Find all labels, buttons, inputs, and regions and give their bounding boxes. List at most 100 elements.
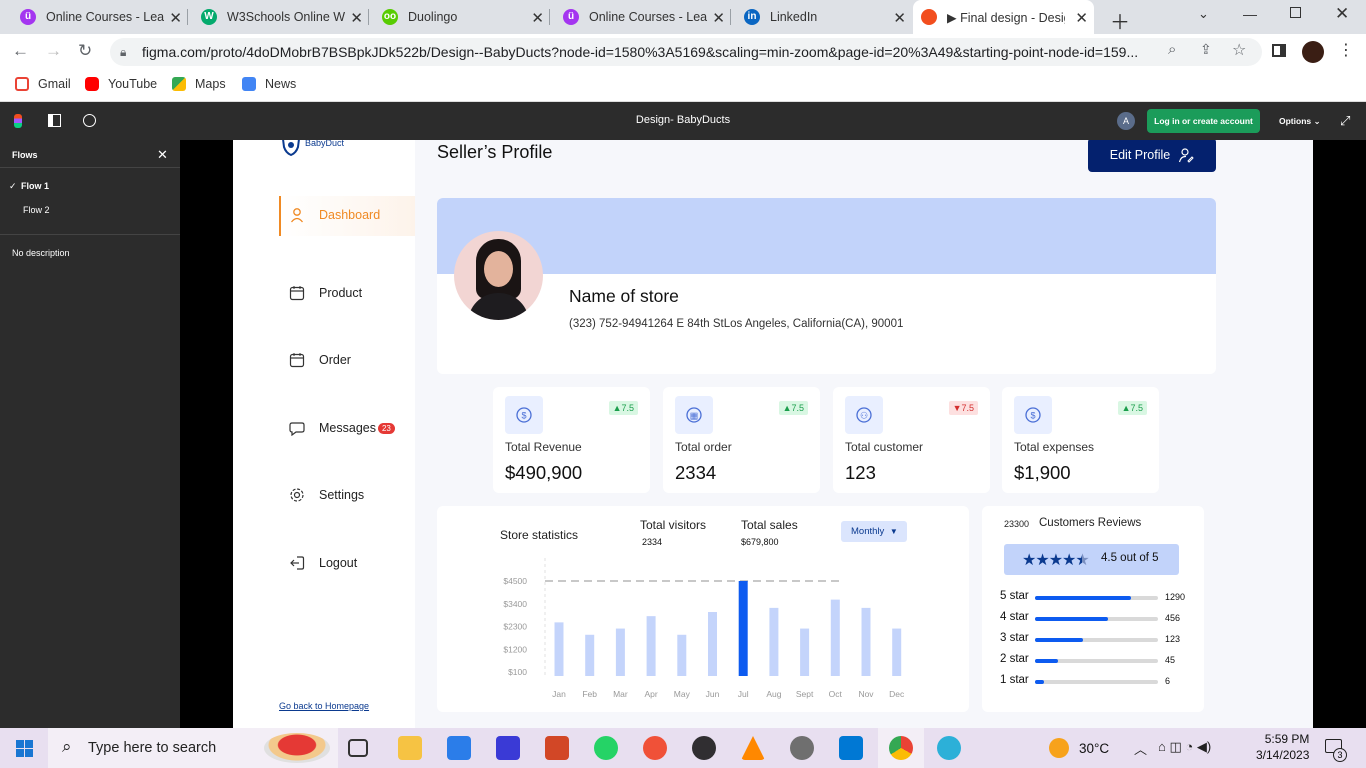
browser-tab[interactable]: ü Online Courses - Learn ✕ <box>555 0 731 34</box>
tab-favicon-icon: in <box>744 9 760 25</box>
bookmark-gmail[interactable]: Gmail <box>15 77 71 91</box>
sidebar-item-dashboard-label[interactable]: Dashboard <box>289 207 380 223</box>
side-panel-icon[interactable] <box>1272 44 1286 57</box>
vlc-icon[interactable] <box>741 736 765 760</box>
reload-icon[interactable]: ↻ <box>78 41 92 61</box>
close-flows-icon[interactable]: ✕ <box>157 147 168 163</box>
profile-avatar[interactable] <box>1302 41 1324 63</box>
reviews-count: 23300 <box>1004 519 1030 529</box>
face-shape <box>484 251 513 287</box>
viewer-avatar[interactable]: A <box>1117 112 1135 130</box>
review-row-count: 45 <box>1165 655 1176 665</box>
sidebar-item-settings[interactable]: Settings <box>289 487 364 503</box>
windows-start-icon[interactable] <box>16 740 33 757</box>
forward-icon[interactable]: → <box>45 41 62 61</box>
review-row-label: 3 star <box>1000 632 1029 644</box>
y-tick-label: $3400 <box>503 599 527 609</box>
profile-avatar[interactable] <box>454 231 543 320</box>
review-row: 1 star 6 <box>982 674 1204 690</box>
restore-button[interactable] <box>1290 7 1301 18</box>
chrome-active[interactable] <box>878 728 924 768</box>
flow-item-1[interactable]: ✓ Flow 1 <box>9 181 49 192</box>
svg-text:▦: ▦ <box>690 411 699 421</box>
x-tick-label: Sept <box>796 689 814 699</box>
share-icon[interactable]: ⇪ <box>1200 41 1212 58</box>
customer-reviews-card: 23300 Customers Reviews ★★★★★ 4.5 out of… <box>982 506 1204 712</box>
y-tick-label: $100 <box>508 667 527 677</box>
tab-title: Online Courses - Learn <box>46 10 164 24</box>
chart-bar <box>554 622 564 676</box>
login-button[interactable]: Log in or create account <box>1147 109 1260 133</box>
tab-separator <box>549 9 550 25</box>
close-tab-icon[interactable]: ✕ <box>531 9 544 27</box>
browser-tab[interactable]: ü Online Courses - Learn ✕ <box>12 0 188 34</box>
browser-tab[interactable]: oo Duolingo ✕ <box>374 0 550 34</box>
swift-icon[interactable] <box>643 736 667 760</box>
tray-icons[interactable]: ⌂ ◫ ◔ ◀) <box>1158 739 1211 755</box>
chat-icon <box>289 422 305 436</box>
pie-doodle-icon <box>264 733 330 763</box>
store-icon[interactable] <box>447 736 471 760</box>
edit-profile-button[interactable]: Edit Profile <box>1088 140 1216 172</box>
bookmark-maps[interactable]: Maps <box>172 77 226 91</box>
sidebar-item-product[interactable]: Product <box>289 285 362 301</box>
taskbar-search[interactable]: ⌕ Type here to search <box>48 728 338 768</box>
stat-value: $490,900 <box>505 462 583 483</box>
sidebar-item-logout[interactable]: Logout <box>289 555 357 571</box>
powerpoint-icon[interactable] <box>545 736 569 760</box>
app-icon[interactable] <box>496 736 520 760</box>
davinci-icon[interactable] <box>790 736 814 760</box>
tab-title: Duolingo <box>408 10 458 24</box>
back-to-homepage-link[interactable]: Go back to Homepage <box>279 701 369 711</box>
close-tab-icon[interactable]: ✕ <box>169 9 182 27</box>
brand-logo[interactable]: BabyDuct <box>281 140 344 156</box>
obs-icon[interactable] <box>692 736 716 760</box>
browser-tab[interactable]: in LinkedIn ✕ <box>736 0 912 34</box>
whatsapp-icon[interactable] <box>594 736 618 760</box>
flow-item-2[interactable]: Flow 2 <box>23 205 50 215</box>
tab-favicon-icon: oo <box>382 9 398 25</box>
menu-icon[interactable]: ⋮ <box>1338 40 1354 60</box>
svg-text:$: $ <box>521 411 526 421</box>
close-tab-icon[interactable]: ✕ <box>350 9 363 27</box>
close-tab-icon[interactable]: ✕ <box>893 9 906 27</box>
review-row-label: 2 star <box>1000 653 1029 665</box>
logout-icon <box>290 556 305 570</box>
new-tab-button[interactable]: ＋ <box>1110 6 1130 35</box>
file-explorer-icon[interactable] <box>398 736 422 760</box>
review-row: 4 star 456 <box>982 611 1204 627</box>
x-tick-label: Aug <box>766 689 781 699</box>
zoom-icon[interactable]: ⌕ <box>1168 41 1176 58</box>
bookmark-youtube[interactable]: YouTube <box>85 77 157 91</box>
stat-label: Total customer <box>845 440 924 454</box>
weather-widget[interactable]: 30°C <box>1049 738 1109 758</box>
url-bar[interactable]: 🔒︎ figma.com/proto/4doDMobrB7BSBpkJDk522… <box>110 38 1262 66</box>
rating-summary: ★★★★★ 4.5 out of 5 <box>1004 544 1179 575</box>
clock-date: 3/14/2023 <box>1256 748 1310 762</box>
windows-taskbar: ⌕ Type here to search 30°C ︿ ⌂ ◫ ◔ ◀) 5:… <box>0 728 1366 768</box>
browser-tab[interactable]: ▶ Final design - Design ✕ <box>913 0 1094 34</box>
clock[interactable]: 5:59 PM 3/14/2023 <box>1256 731 1309 763</box>
chart-bar <box>708 612 717 676</box>
minimize-button[interactable]: — <box>1243 6 1257 22</box>
bookmark-star-icon[interactable]: ☆ <box>1232 40 1246 60</box>
fullscreen-icon[interactable]: ⤢ <box>1340 113 1350 129</box>
sidebar-item-messages[interactable]: Messages 23 <box>289 420 395 436</box>
browser-tab[interactable]: W W3Schools Online We ✕ <box>193 0 369 34</box>
tab-search-icon[interactable]: ⌄ <box>1198 6 1209 22</box>
bookmark-news[interactable]: News <box>242 77 296 91</box>
url-text: figma.com/proto/4doDMobrB7BSBpkJDk522b/D… <box>142 44 1139 60</box>
tray-chevron-icon[interactable]: ︿ <box>1134 739 1147 758</box>
sidebar-item-order[interactable]: Order <box>289 352 351 368</box>
back-icon[interactable]: ← <box>12 41 29 61</box>
review-row: 5 star 1290 <box>982 590 1204 606</box>
close-tab-icon[interactable]: ✕ <box>712 9 725 27</box>
edge-icon[interactable] <box>937 736 961 760</box>
store-statistics-card: Store statistics Total visitors 2334 Tot… <box>437 506 969 712</box>
task-view-icon[interactable] <box>348 739 368 757</box>
review-bar-fill <box>1035 659 1059 663</box>
close-window-button[interactable]: ✕ <box>1335 4 1349 24</box>
vscode-icon[interactable] <box>839 736 863 760</box>
options-menu[interactable]: Options ⌄ <box>1279 116 1321 127</box>
close-tab-icon[interactable]: ✕ <box>1075 9 1088 27</box>
